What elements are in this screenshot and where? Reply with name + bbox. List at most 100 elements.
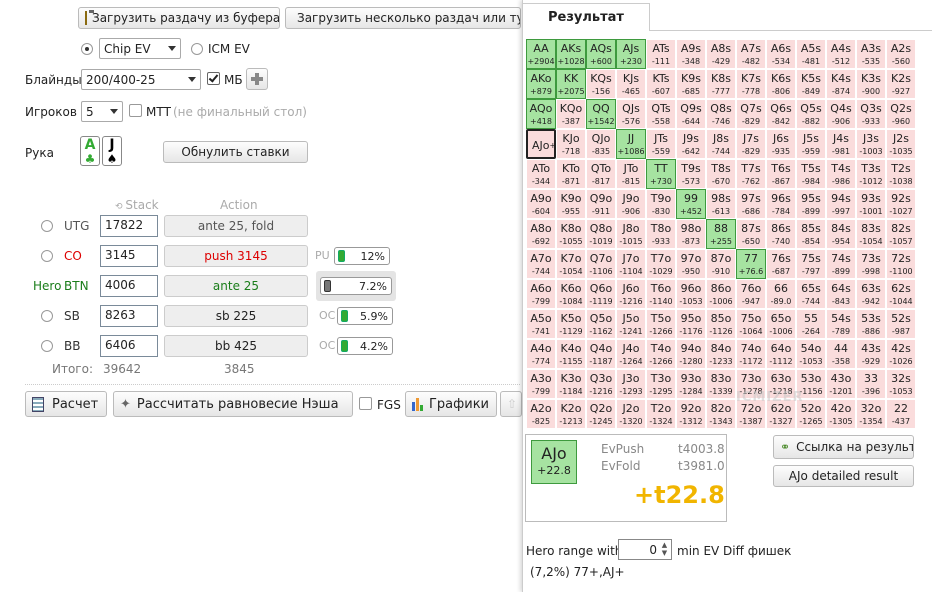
hand-cell[interactable]: 96o -1053 (676, 279, 706, 309)
hand-cell[interactable]: A6o -799 (526, 279, 556, 309)
hand-cell[interactable]: A7s -482 (736, 39, 766, 69)
hand-cell[interactable]: TT +730 (646, 159, 676, 189)
hand-cell[interactable]: T9s -573 (676, 159, 706, 189)
hand-cell[interactable]: Q8o -1019 (586, 219, 616, 249)
action-sb[interactable]: sb 225 (164, 305, 308, 327)
hand-cell[interactable]: A5o -741 (526, 309, 556, 339)
hand-cell[interactable]: 74s -899 (826, 249, 856, 279)
hand-cell[interactable]: T6o -1140 (646, 279, 676, 309)
stack-input-btn[interactable]: 4006 (100, 275, 158, 297)
hand-cell[interactable]: 93s -1001 (856, 189, 886, 219)
hand-cell[interactable]: 86s -740 (766, 219, 796, 249)
hand-cell[interactable]: T5o -1266 (646, 309, 676, 339)
hand-cell[interactable]: 54s -789 (826, 309, 856, 339)
hand-cell[interactable]: 85s -854 (796, 219, 826, 249)
hand-cell[interactable]: 82s -1057 (886, 219, 916, 249)
hand-cell[interactable]: AJo+22.8 (526, 129, 574, 159)
hand-cell[interactable]: 99 +452 (676, 189, 706, 219)
hand-cell[interactable]: Q5o -1162 (586, 309, 616, 339)
hand-cell[interactable]: T5s -984 (796, 159, 826, 189)
fgs-checkbox[interactable] (359, 397, 372, 410)
action-co[interactable]: push 3145 (164, 245, 308, 267)
hand-cell[interactable]: Q8s -746 (706, 99, 736, 129)
hand-cell[interactable]: T8s -670 (706, 159, 736, 189)
hand-cell[interactable]: J9s -642 (676, 129, 706, 159)
hand-cell[interactable]: J3s -1003 (856, 129, 886, 159)
hand-cell[interactable]: A8s -429 (706, 39, 736, 69)
hand-cell[interactable]: T7s -762 (736, 159, 766, 189)
hand-cell[interactable]: KQs -156 (586, 69, 616, 99)
hand-cell[interactable]: J6o -1216 (616, 279, 646, 309)
seat-radio-bb[interactable] (41, 340, 53, 352)
hand-cell[interactable]: 84o -1233 (706, 339, 736, 369)
hand-cell[interactable]: KJs -465 (616, 69, 646, 99)
hand-cell[interactable]: 42s -1026 (886, 339, 916, 369)
hand-card-1[interactable]: A ♣ (80, 136, 100, 166)
hand-cell[interactable]: A9o -604 (526, 189, 556, 219)
hand-cell[interactable]: Q5s -882 (796, 99, 826, 129)
hand-cell[interactable]: 92s -1027 (886, 189, 916, 219)
action-btn[interactable]: ante 25 (164, 275, 308, 297)
hero-range-input[interactable]: 0 ▲ ▼ (618, 539, 672, 560)
hand-cell[interactable]: Q6o -1119 (586, 279, 616, 309)
hand-cell[interactable]: AJs +230 (616, 39, 646, 69)
icm-ev-radio[interactable] (191, 43, 203, 55)
hand-cell[interactable]: 53s -886 (856, 309, 886, 339)
hand-cell[interactable]: 66 -89.0 (766, 279, 796, 309)
hand-cell[interactable]: K7o -1054 (556, 249, 586, 279)
hand-cell[interactable]: 95o -1176 (676, 309, 706, 339)
hand-cell[interactable]: ATo -344 (526, 159, 556, 189)
hand-cell[interactable]: J8o -1015 (616, 219, 646, 249)
hand-cell[interactable]: J6s -935 (766, 129, 796, 159)
hand-cell[interactable]: K5s -849 (796, 69, 826, 99)
add-button[interactable] (246, 68, 268, 90)
hand-cell[interactable]: 76s -687 (766, 249, 796, 279)
hand-cell[interactable]: 92o -1312 (676, 399, 706, 429)
players-select[interactable]: 5 (81, 101, 123, 122)
hand-cell[interactable]: 73s -998 (856, 249, 886, 279)
hand-cell[interactable]: 22 -437 (886, 399, 916, 429)
hand-cell[interactable]: 33 -396 (856, 369, 886, 399)
hand-cell[interactable]: A3o -799 (526, 369, 556, 399)
range-pct-co[interactable]: 12% (334, 247, 390, 265)
seat-radio-sb[interactable] (41, 310, 53, 322)
hand-cell[interactable]: QQ +1542 (586, 99, 616, 129)
hand-cell[interactable]: J8s -744 (706, 129, 736, 159)
hand-cell[interactable]: 64s -843 (826, 279, 856, 309)
hand-cell[interactable]: J2s -1035 (886, 129, 916, 159)
chip-ev-radio[interactable] (81, 43, 93, 55)
hand-cell[interactable]: 32s -1053 (886, 369, 916, 399)
chip-ev-select[interactable]: Chip EV (99, 38, 181, 59)
hand-cell[interactable]: Q9o -911 (586, 189, 616, 219)
hand-cell[interactable]: AKs +1028 (556, 39, 586, 69)
hand-cell[interactable]: Q4s -906 (826, 99, 856, 129)
hand-cell[interactable]: K6o -1084 (556, 279, 586, 309)
hand-cell[interactable]: 54o -1053 (796, 339, 826, 369)
hand-cell[interactable]: 96s -784 (766, 189, 796, 219)
hand-cell[interactable]: 97o -950 (676, 249, 706, 279)
hand-cell[interactable]: 94s -997 (826, 189, 856, 219)
next-button-partial[interactable]: ⇧ (500, 391, 522, 417)
hand-cell[interactable]: K2o -1213 (556, 399, 586, 429)
hand-cell[interactable]: 82o -1343 (706, 399, 736, 429)
hand-card-2[interactable]: J ♠ (102, 136, 122, 166)
hand-cell[interactable]: 65s -744 (796, 279, 826, 309)
action-utg[interactable]: ante 25, fold (164, 215, 308, 237)
hand-cell[interactable]: Q9s -644 (676, 99, 706, 129)
hand-cell[interactable]: 65o -1006 (766, 309, 796, 339)
stack-input-bb[interactable]: 6406 (100, 335, 158, 357)
hand-cell[interactable]: 87s -650 (736, 219, 766, 249)
hand-cell[interactable]: A4o -774 (526, 339, 556, 369)
hand-cell[interactable]: A2o -825 (526, 399, 556, 429)
hand-cell[interactable]: 32o -1354 (856, 399, 886, 429)
hand-cell[interactable]: 84s -954 (826, 219, 856, 249)
hand-cell[interactable]: T7o -1029 (646, 249, 676, 279)
hand-cell[interactable]: T6s -867 (766, 159, 796, 189)
hand-cell[interactable]: Q2s -960 (886, 99, 916, 129)
hand-cell[interactable]: A2s -560 (886, 39, 916, 69)
hand-cell[interactable]: Q7s -829 (736, 99, 766, 129)
hand-cell[interactable]: AQs +600 (586, 39, 616, 69)
hand-cell[interactable]: 42o -1305 (826, 399, 856, 429)
hand-cell[interactable]: AQo +418 (526, 99, 556, 129)
hand-cell[interactable]: J4s -981 (826, 129, 856, 159)
